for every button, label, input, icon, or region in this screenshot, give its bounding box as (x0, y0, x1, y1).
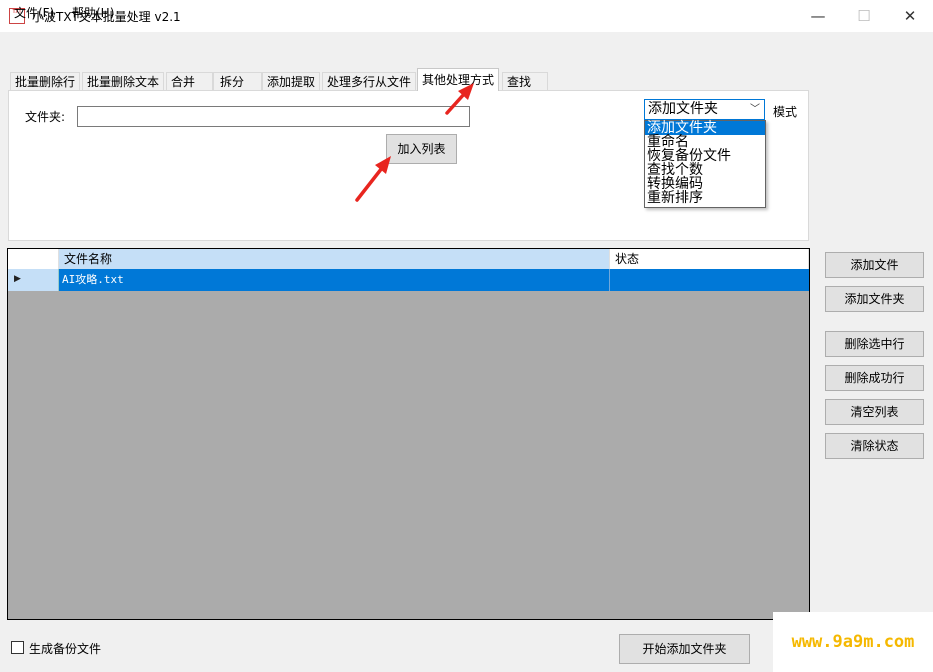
file-grid[interactable] (7, 248, 810, 620)
delete-success-rows-button[interactable]: 删除成功行 (825, 365, 924, 391)
menu-file[interactable]: 文件(F) (14, 4, 54, 21)
tab-other-processing[interactable]: 其他处理方式 (417, 68, 500, 91)
menu-bar (0, 32, 933, 56)
watermark: www.9a9m.com (773, 612, 933, 672)
start-button[interactable]: 开始添加文件夹 (619, 634, 750, 664)
folder-input[interactable] (77, 106, 470, 127)
mode-option-reorder[interactable]: 重新排序 (645, 191, 765, 205)
add-file-button[interactable]: 添加文件 (825, 252, 924, 278)
mode-option-convert-encoding[interactable]: 转换编码 (645, 177, 765, 191)
close-button[interactable]: ✕ (887, 0, 933, 32)
backup-checkbox[interactable] (11, 641, 24, 654)
column-header-status[interactable]: 状态 (610, 249, 809, 269)
tab-merge[interactable]: 合并 (166, 72, 213, 90)
table-row-status[interactable] (610, 269, 809, 291)
mode-label: 模式 (773, 105, 798, 119)
current-row-icon: ▶ (14, 274, 21, 284)
tab-multiline-from-file[interactable]: 处理多行从文件 (322, 72, 417, 90)
folder-label: 文件夹: (25, 110, 66, 124)
delete-selected-rows-button[interactable]: 删除选中行 (825, 331, 924, 357)
mode-option-restore-backup[interactable]: 恢复备份文件 (645, 149, 765, 163)
table-row-filename[interactable]: AI攻略.txt (59, 269, 610, 291)
add-to-list-button[interactable]: 加入列表 (386, 134, 457, 164)
menu-help[interactable]: 帮助(H) (72, 4, 114, 21)
tab-split[interactable]: 拆分 (213, 72, 262, 90)
tab-batch-delete-text[interactable]: 批量删除文本 (82, 72, 165, 90)
maximize-button[interactable]: ☐ (841, 0, 887, 32)
mode-dropdown-list: 添加文件夹 重命名 恢复备份文件 查找个数 转换编码 重新排序 (644, 120, 766, 208)
column-header-filename[interactable]: 文件名称 (59, 249, 610, 269)
mode-select-value: 添加文件夹 (648, 101, 718, 117)
clear-list-button[interactable]: 清空列表 (825, 399, 924, 425)
chevron-down-icon: ﹀ (750, 104, 760, 115)
grid-corner-header (8, 249, 59, 269)
minimize-button[interactable]: — (795, 0, 841, 32)
add-folder-button[interactable]: 添加文件夹 (825, 286, 924, 312)
clear-status-button[interactable]: 清除状态 (825, 433, 924, 459)
tab-batch-delete-lines[interactable]: 批量删除行 (10, 72, 81, 90)
tab-add-extract[interactable]: 添加提取 (262, 72, 321, 90)
mode-option-find-count[interactable]: 查找个数 (645, 163, 765, 177)
mode-option-add-folder[interactable]: 添加文件夹 (645, 121, 765, 135)
mode-select[interactable]: 添加文件夹 ﹀ (644, 99, 765, 120)
tab-find[interactable]: 查找 (502, 72, 548, 90)
mode-option-rename[interactable]: 重命名 (645, 135, 765, 149)
backup-label: 生成备份文件 (29, 642, 102, 656)
